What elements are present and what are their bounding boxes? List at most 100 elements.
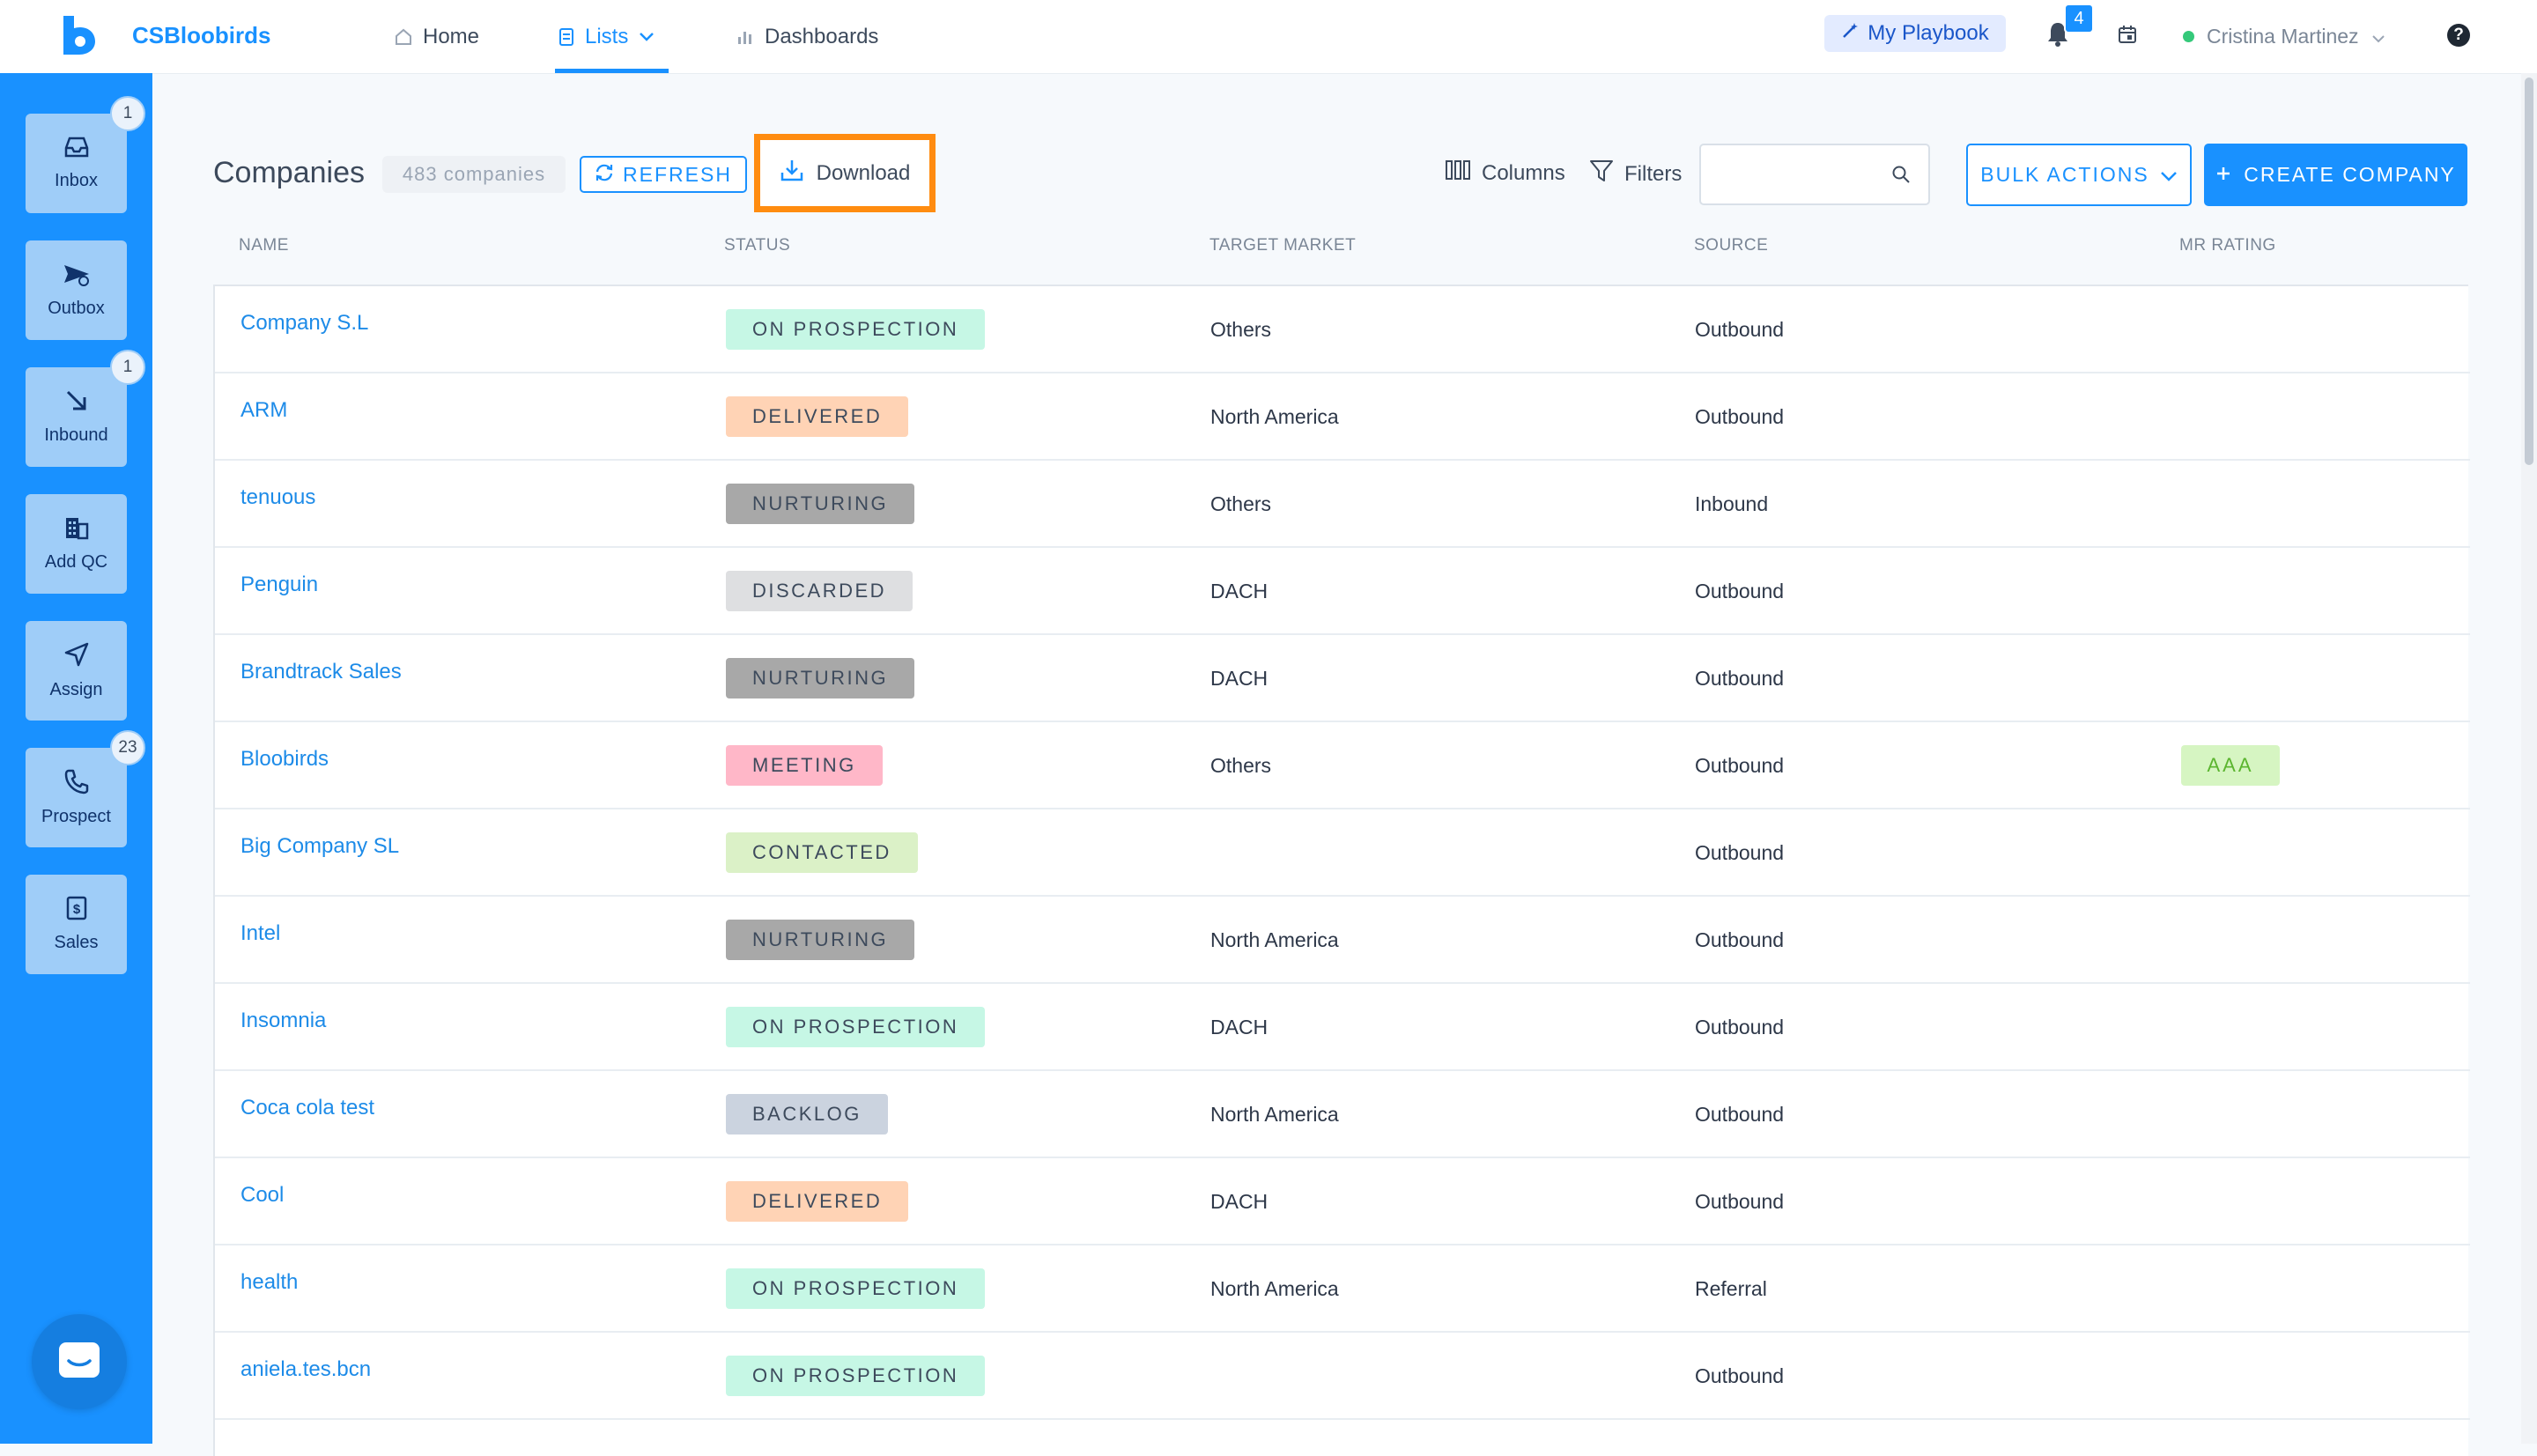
table-row[interactable]: Coca cola test BACKLOG North America Outbou…	[215, 1071, 2470, 1158]
help-icon[interactable]: ?	[2447, 24, 2470, 47]
search-field[interactable]	[1699, 144, 1930, 205]
dollar-icon: $	[65, 896, 88, 926]
company-name-link[interactable]: aniela.tes.bcn	[240, 1357, 371, 1382]
search-input[interactable]	[1713, 161, 1884, 189]
prospect-badge: 23	[110, 730, 145, 765]
nav-home[interactable]: Home	[395, 0, 479, 73]
download-label: Download	[816, 160, 911, 185]
app-name[interactable]: CSBloobirds	[132, 22, 270, 49]
inbox-icon	[63, 136, 90, 164]
chevron-down-icon	[2371, 25, 2385, 48]
nav-dashboards[interactable]: Dashboards	[736, 0, 878, 73]
sidebar-item-add-qc[interactable]: Add QC	[26, 494, 127, 594]
table-row[interactable]: Cool DELIVERED DACH Outbound	[215, 1158, 2470, 1245]
bulk-actions-button[interactable]: BULK ACTIONS	[1966, 144, 2192, 206]
source-cell: Outbound	[1695, 1364, 1785, 1387]
target-market-cell: DACH	[1210, 667, 1268, 690]
status-badge[interactable]: ON PROSPECTION	[726, 1268, 986, 1309]
download-button[interactable]: Download	[754, 134, 936, 212]
company-name-link[interactable]: Cool	[240, 1183, 284, 1208]
status-badge[interactable]: DELIVERED	[726, 1181, 909, 1222]
table-row[interactable]: ARM DELIVERED North America Outbound	[215, 373, 2470, 461]
phone-icon	[63, 768, 90, 800]
mr-rating-badge: AAA	[2181, 745, 2280, 786]
status-badge[interactable]: ON PROSPECTION	[726, 1007, 986, 1047]
table-row[interactable]: tenuous NURTURING Others Inbound	[215, 461, 2470, 548]
sidebar-item-inbound[interactable]: Inbound 1	[26, 350, 145, 467]
status-badge[interactable]: NURTURING	[726, 484, 915, 524]
create-company-button[interactable]: CREATE COMPANY	[2204, 144, 2467, 206]
company-name-link[interactable]: Intel	[240, 921, 280, 946]
source-cell: Outbound	[1695, 405, 1785, 428]
company-name-link[interactable]: Penguin	[240, 573, 318, 597]
table-row[interactable]: Bloobirds MEETING Others Outbound AAA	[215, 722, 2470, 809]
sidebar-item-outbox[interactable]: Outbox	[26, 240, 127, 340]
table-row[interactable]: Intel NURTURING North America Outbound	[215, 897, 2470, 984]
status-badge[interactable]: DELIVERED	[726, 396, 909, 437]
chat-launcher-button[interactable]	[32, 1314, 127, 1409]
company-name-link[interactable]: tenuous	[240, 485, 315, 510]
company-name-link[interactable]: health	[240, 1270, 298, 1295]
column-header-target-market[interactable]: TARGET MARKET	[1209, 236, 1356, 255]
table-row[interactable]: aniela.tes.bcn ON PROSPECTION Outbound	[215, 1333, 2470, 1420]
target-market-cell: North America	[1210, 1103, 1339, 1126]
source-cell: Referral	[1695, 1277, 1767, 1300]
target-market-cell: DACH	[1210, 580, 1268, 602]
status-badge[interactable]: NURTURING	[726, 920, 915, 960]
target-market-cell: DACH	[1210, 1016, 1268, 1038]
table-row[interactable]: health ON PROSPECTION North America Referra…	[215, 1245, 2470, 1333]
column-header-name[interactable]: NAME	[239, 236, 289, 255]
search-icon[interactable]	[1891, 165, 1911, 188]
columns-button[interactable]: Columns	[1445, 159, 1565, 187]
company-name-link[interactable]: Big Company SL	[240, 834, 399, 859]
status-badge[interactable]: ON PROSPECTION	[726, 1356, 986, 1396]
sidebar: Inbox 1 Outbox Inbound 1 Add QC Assign P…	[0, 73, 152, 1444]
sidebar-item-inbox[interactable]: Inbox 1	[26, 96, 145, 213]
source-cell: Outbound	[1695, 667, 1785, 690]
status-badge[interactable]: MEETING	[726, 745, 883, 786]
scrollbar-thumb[interactable]	[2525, 78, 2533, 465]
filters-button[interactable]: Filters	[1589, 159, 1682, 188]
app-logo-icon[interactable]	[62, 16, 97, 55]
sidebar-item-sales[interactable]: $ Sales	[26, 875, 127, 974]
status-badge[interactable]: NURTURING	[726, 658, 915, 698]
home-icon	[395, 28, 412, 46]
source-cell: Outbound	[1695, 1103, 1785, 1126]
company-name-link[interactable]: Insomnia	[240, 1009, 326, 1033]
status-badge[interactable]: ON PROSPECTION	[726, 309, 986, 350]
table-row[interactable]: Insomnia ON PROSPECTION DACH Outbound	[215, 984, 2470, 1071]
status-badge[interactable]: CONTACTED	[726, 832, 918, 873]
source-cell: Outbound	[1695, 928, 1785, 951]
companies-count-badge: 483 companies	[382, 156, 566, 193]
page-title: Companies	[213, 156, 365, 189]
companies-table: Company S.L ON PROSPECTION Others Outbound A…	[213, 285, 2470, 1456]
table-row[interactable]: Big Company SL CONTACTED Outbound	[215, 809, 2470, 897]
sidebar-item-assign[interactable]: Assign	[26, 621, 127, 721]
company-name-link[interactable]: Brandtrack Sales	[240, 660, 402, 684]
source-cell: Inbound	[1695, 492, 1769, 515]
navigation-icon	[63, 641, 90, 673]
user-menu[interactable]: Cristina Martinez	[2183, 19, 2385, 53]
table-row[interactable]: Company S.L ON PROSPECTION Others Outbound	[215, 286, 2470, 373]
column-header-status[interactable]: STATUS	[724, 236, 790, 255]
table-row[interactable]: Penguin DISCARDED DACH Outbound	[215, 548, 2470, 635]
sidebar-item-label: Inbox	[55, 171, 98, 190]
column-header-mr-rating[interactable]: MR RATING	[2179, 236, 2276, 255]
calendar-icon[interactable]	[2118, 25, 2137, 48]
refresh-button[interactable]: REFRESH	[580, 156, 747, 193]
company-name-link[interactable]: Company S.L	[240, 311, 368, 336]
column-header-source[interactable]: SOURCE	[1694, 236, 1768, 255]
nav-lists[interactable]: Lists	[554, 0, 669, 73]
status-badge[interactable]: DISCARDED	[726, 571, 913, 611]
table-row[interactable]: Brandtrack Sales NURTURING DACH Outbound	[215, 635, 2470, 722]
company-name-link[interactable]: ARM	[240, 398, 287, 423]
company-name-link[interactable]: Bloobirds	[240, 747, 329, 772]
my-playbook-button[interactable]: My Playbook	[1824, 15, 2006, 52]
company-name-link[interactable]: Coca cola test	[240, 1096, 374, 1120]
sidebar-item-prospect[interactable]: Prospect 23	[26, 730, 145, 847]
refresh-icon	[595, 163, 614, 187]
source-cell: Outbound	[1695, 580, 1785, 602]
source-cell: Outbound	[1695, 841, 1785, 864]
target-market-cell: DACH	[1210, 1190, 1268, 1213]
status-badge[interactable]: BACKLOG	[726, 1094, 888, 1134]
